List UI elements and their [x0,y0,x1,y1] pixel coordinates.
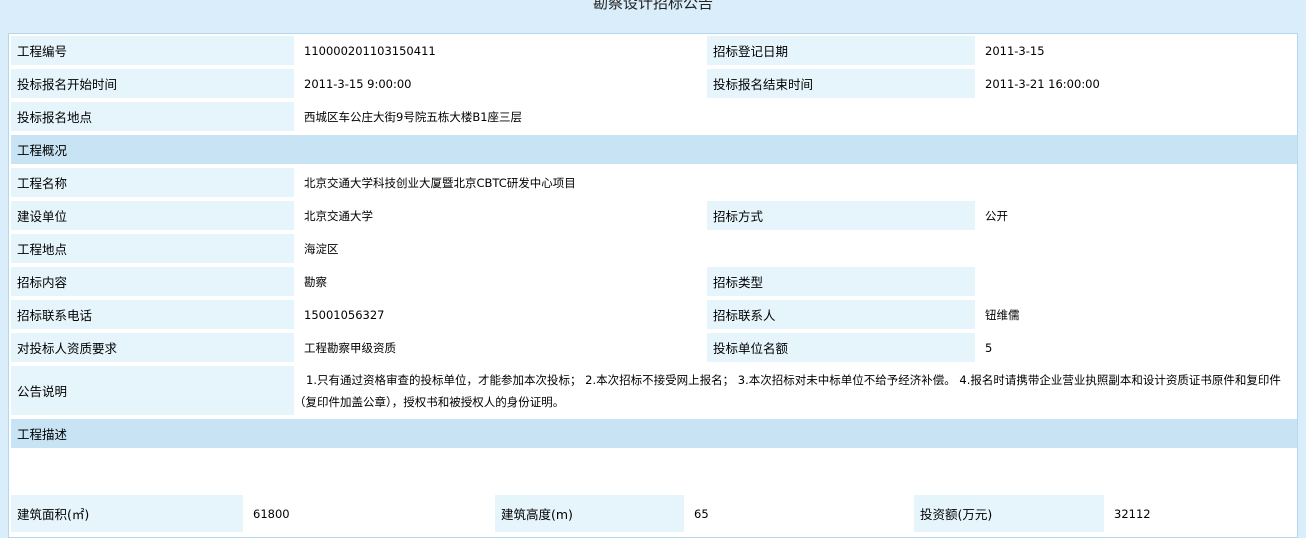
builder-label: 建设单位 [11,201,294,234]
notice-table: 工程编号 110000201103150411 招标登记日期 2011-3-15… [11,36,1297,452]
quota-label: 投标单位名额 [707,333,975,366]
signup-place-value: 西城区车公庄大街9号院五栋大楼B1座三层 [294,102,1297,135]
project-no-label: 工程编号 [11,36,294,69]
table-row: 建设单位 北京交通大学 招标方式 公开 [11,201,1297,234]
bid-content-label: 招标内容 [11,267,294,300]
table-row: 工程概况 [11,135,1297,168]
description-table: 建筑面积(㎡) 61800 建筑高度(m) 65 投资额(万元) 32112 [11,495,1287,532]
signup-end-label: 投标报名结束时间 [707,69,975,102]
table-row: 工程名称 北京交通大学科技创业大厦暨北京CBTC研发中心项目 [11,168,1297,201]
investment-value: 32112 [1104,495,1287,532]
description-section-header: 工程描述 [11,419,1297,452]
bid-content-value: 勘察 [294,267,707,300]
table-row: 工程描述 [11,419,1297,452]
signup-end-value: 2011-3-21 16:00:00 [975,69,1297,102]
area-value: 61800 [243,495,495,532]
overview-section-header: 工程概况 [11,135,1297,168]
bid-method-value: 公开 [975,201,1297,234]
area-label: 建筑面积(㎡) [11,495,243,532]
table-row: 招标联系电话 15001056327 招标联系人 钮维儒 [11,300,1297,333]
table-row: 对投标人资质要求 工程勘察甲级资质 投标单位名额 5 [11,333,1297,366]
table-row: 工程编号 110000201103150411 招标登记日期 2011-3-15 [11,36,1297,69]
table-row: 投标报名地点 西城区车公庄大街9号院五栋大楼B1座三层 [11,102,1297,135]
qualification-value: 工程勘察甲级资质 [294,333,707,366]
signup-start-value: 2011-3-15 9:00:00 [294,69,707,102]
height-value: 65 [684,495,914,532]
contact-label: 招标联系人 [707,300,975,333]
builder-value: 北京交通大学 [294,201,707,234]
notice-value: 1.只有通过资格审查的投标单位，才能参加本次投标； 2.本次招标不接受网上报名；… [294,366,1297,419]
notice-label: 公告说明 [11,366,294,419]
bid-type-label: 招标类型 [707,267,975,300]
signup-place-label: 投标报名地点 [11,102,294,135]
reg-date-label: 招标登记日期 [707,36,975,69]
page-title: 勘察设计招标公告 [592,0,713,12]
quota-value: 5 [975,333,1297,366]
signup-start-label: 投标报名开始时间 [11,69,294,102]
contact-value: 钮维儒 [975,300,1297,333]
qualification-label: 对投标人资质要求 [11,333,294,366]
table-row: 工程地点 海淀区 [11,234,1297,267]
location-value: 海淀区 [294,234,1297,267]
project-name-label: 工程名称 [11,168,294,201]
height-label: 建筑高度(m) [495,495,684,532]
table-row: 招标内容 勘察 招标类型 [11,267,1297,300]
bid-method-label: 招标方式 [707,201,975,234]
project-name-value: 北京交通大学科技创业大厦暨北京CBTC研发中心项目 [294,168,1297,201]
phone-value: 15001056327 [294,300,707,333]
table-row: 投标报名开始时间 2011-3-15 9:00:00 投标报名结束时间 2011… [11,69,1297,102]
reg-date-value: 2011-3-15 [975,36,1297,69]
bid-type-value [975,267,1297,300]
location-label: 工程地点 [11,234,294,267]
project-no-value: 110000201103150411 [294,36,707,69]
table-row: 公告说明 1.只有通过资格审查的投标单位，才能参加本次投标； 2.本次招标不接受… [11,366,1297,419]
phone-label: 招标联系电话 [11,300,294,333]
investment-label: 投资额(万元) [914,495,1104,532]
table-row: 建筑面积(㎡) 61800 建筑高度(m) 65 投资额(万元) 32112 [11,495,1287,532]
